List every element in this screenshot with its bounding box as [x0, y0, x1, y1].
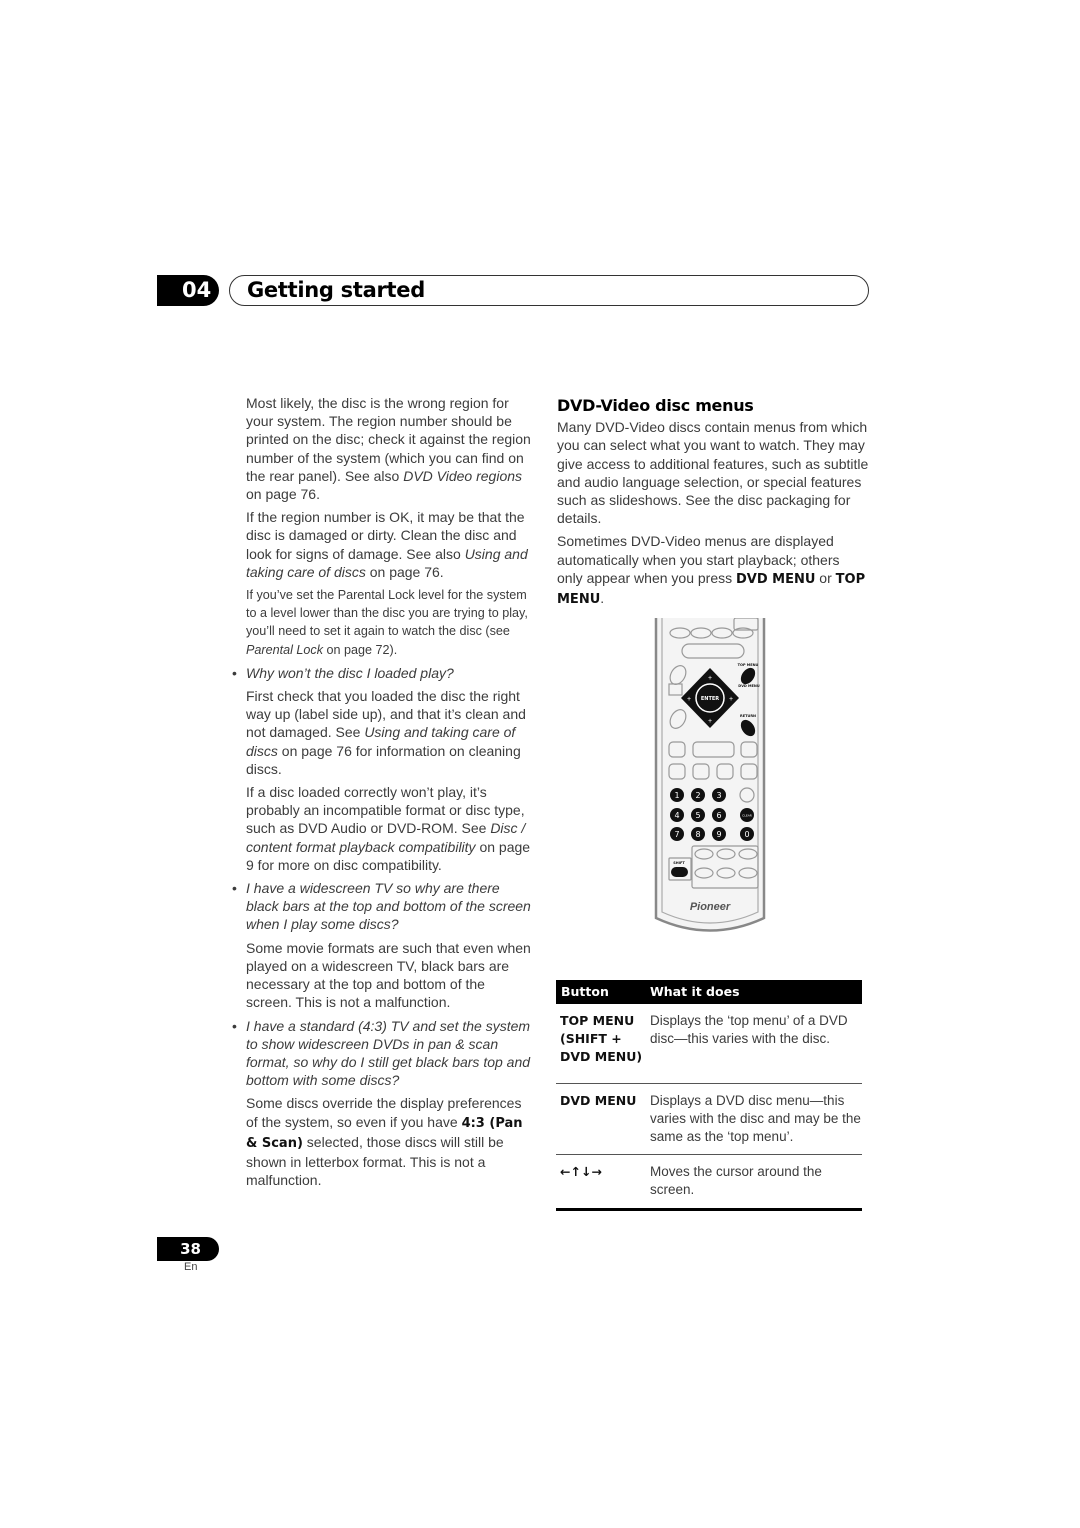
paragraph-dvd-menus-intro: Many DVD-Video discs contain menus from …: [557, 419, 869, 527]
clear-label: CLEAR: [742, 814, 752, 818]
arrow-left-icon: +: [687, 696, 691, 703]
pioneer-logo: Pioneer: [690, 901, 731, 913]
xref-parental-lock[interactable]: Parental Lock: [246, 643, 323, 657]
return-label: RETURN: [740, 714, 756, 718]
button-cell: DVD MENU: [556, 1083, 646, 1156]
xref-dvd-video-regions[interactable]: DVD Video regions: [403, 468, 522, 484]
right-column: DVD-Video disc menus Many DVD-Video disc…: [557, 396, 869, 614]
shift-button: [671, 867, 688, 877]
arrow-down-icon: +: [708, 718, 712, 725]
description-cell: Moves the cursor around the screen.: [646, 1154, 862, 1211]
number-key-label: 5: [695, 811, 700, 820]
button-name-dvd-menu: DVD MENU: [736, 571, 816, 587]
page-language: En: [184, 1261, 198, 1273]
button-cell: TOP MENU (SHIFT + DVD MENU): [556, 1004, 646, 1084]
arrow-up-icon: +: [708, 675, 712, 682]
description-cell: Displays a DVD disc menu—this varies wit…: [646, 1083, 862, 1156]
chapter-title-box: Getting started: [229, 275, 869, 306]
faq-question-pan-scan: I have a standard (4:3) TV and set the s…: [232, 1017, 531, 1090]
number-key-label: 9: [716, 830, 721, 839]
number-key-label: 0: [744, 830, 749, 839]
dvd-menu-label: DVD MENU: [738, 684, 760, 688]
paragraph-dvd-menus-buttons: Sometimes DVD-Video menus are displayed …: [557, 533, 866, 608]
remote-control-illustration: ENTER + + + + TOP MENU DVD MENU RETURN 1…: [654, 618, 766, 932]
faq-question-disc-wont-play: Why won’t the disc I loaded play?: [232, 664, 531, 682]
table-row: ←↑↓→ Moves the cursor around the screen.: [556, 1154, 862, 1211]
faq-answer-disc-wont-play-2: If a disc loaded correctly won’t play, i…: [246, 784, 531, 873]
chapter-number-tab: 04: [157, 275, 219, 306]
faq-answer-disc-wont-play-1: First check that you loaded the disc the…: [246, 688, 526, 777]
faq-answer-pan-scan: Some discs override the display preferen…: [246, 1095, 523, 1189]
shift-label: SHIFT: [673, 861, 685, 865]
paragraph-parental-lock: If you’ve set the Parental Lock level fo…: [246, 588, 528, 657]
table-header-row: Button What it does: [556, 980, 862, 1004]
number-key-label: 7: [674, 830, 679, 839]
faq-question-widescreen-bars: I have a widescreen TV so why are there …: [232, 879, 531, 934]
paragraph-region: Most likely, the disc is the wrong regio…: [246, 395, 531, 503]
number-key-label: 3: [716, 791, 721, 800]
arrow-right-icon: +: [729, 696, 733, 703]
number-key-label: 4: [674, 811, 679, 820]
number-key-label: 1: [674, 791, 679, 800]
table-row: TOP MENU (SHIFT + DVD MENU) Displays the…: [556, 1004, 862, 1084]
top-menu-label: TOP MENU: [738, 663, 759, 667]
button-function-table: Button What it does TOP MENU (SHIFT + DV…: [556, 980, 862, 1211]
table-row: DVD MENU Displays a DVD disc menu—this v…: [556, 1083, 862, 1156]
description-cell: Displays the ‘top menu’ of a DVD disc—th…: [646, 1004, 862, 1084]
paragraph-damaged: If the region number is OK, it may be th…: [246, 509, 528, 580]
faq-answer-widescreen-bars: Some movie formats are such that even wh…: [246, 939, 531, 1011]
page-number: 38: [157, 1237, 219, 1261]
column-header-what-it-does: What it does: [646, 980, 862, 1004]
number-key-label: 6: [716, 811, 721, 820]
number-key-label: 8: [695, 830, 700, 839]
chapter-title: Getting started: [247, 278, 425, 302]
left-column: Most likely, the disc is the wrong regio…: [232, 394, 531, 1194]
enter-label: ENTER: [701, 696, 719, 702]
section-heading-dvd-menus: DVD-Video disc menus: [557, 396, 754, 415]
column-header-button: Button: [556, 980, 646, 1004]
arrow-keys-icon: ←↑↓→: [556, 1154, 646, 1211]
number-key-label: 2: [695, 791, 700, 800]
